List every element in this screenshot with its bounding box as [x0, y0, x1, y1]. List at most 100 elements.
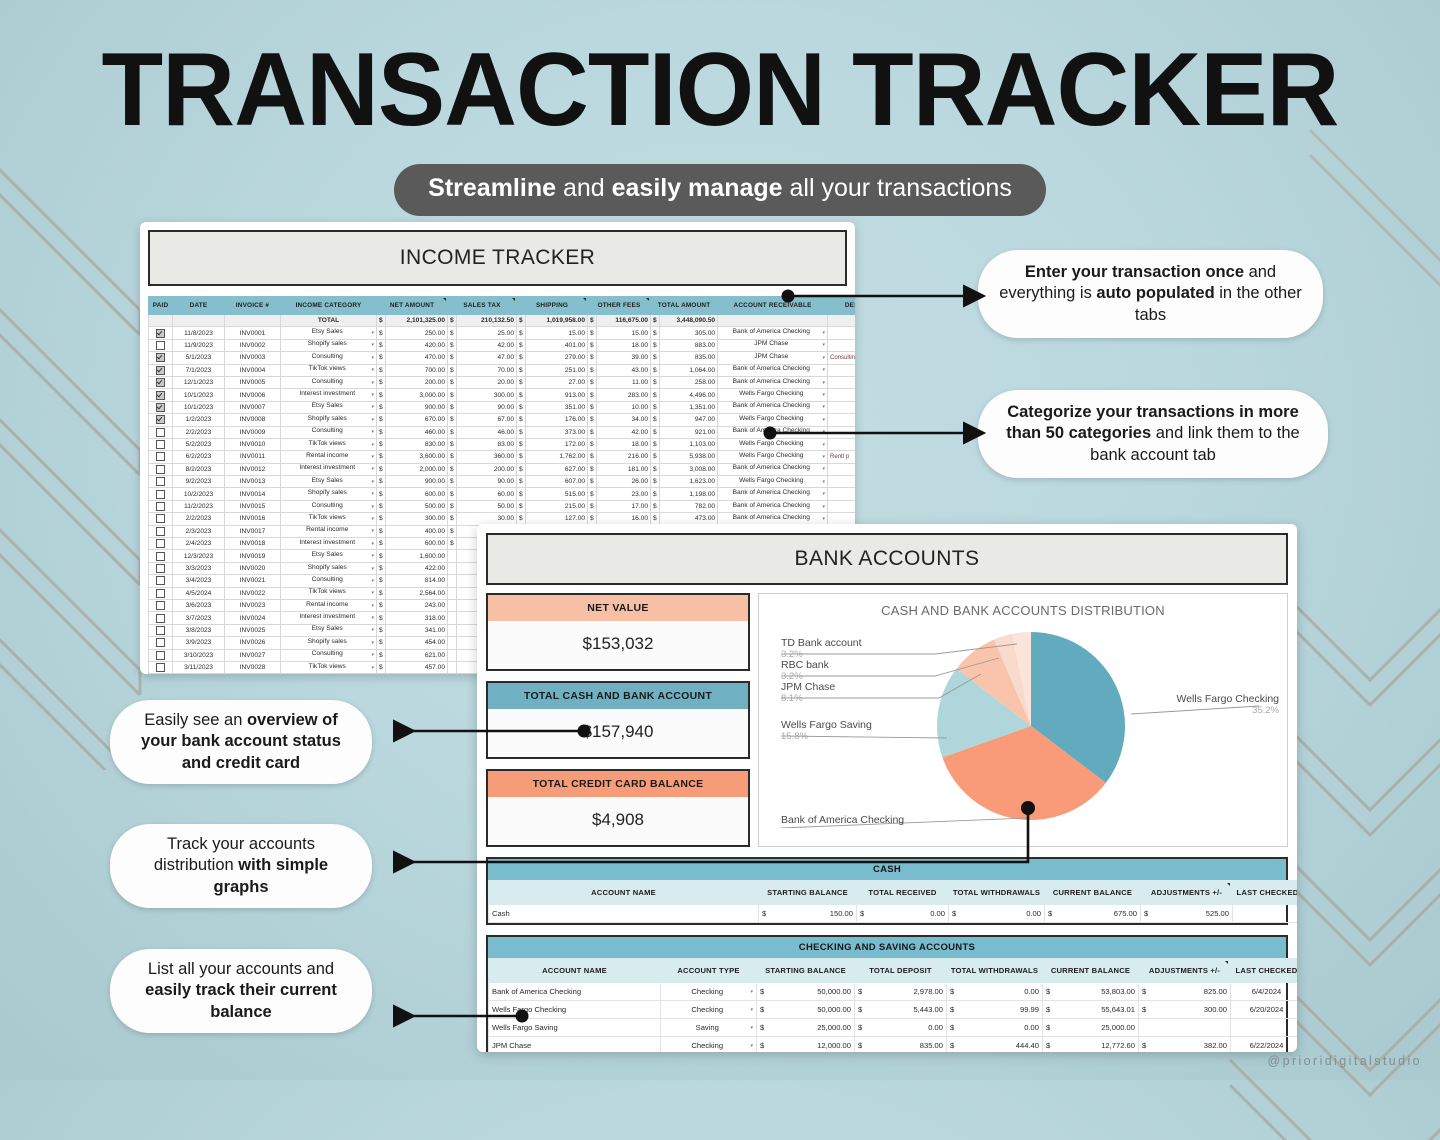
chevron-down-icon[interactable]: ▾ — [371, 328, 374, 338]
cell-sales-tax[interactable]: 25.00 — [457, 327, 517, 339]
cell-shipping[interactable]: 607.00 — [526, 476, 588, 488]
cell-account-type[interactable]: Checking▾ — [661, 1037, 757, 1053]
table-row[interactable]: Bank of America CheckingChecking▾$50,000… — [489, 983, 1298, 1001]
col-date[interactable]: DATE — [173, 297, 225, 315]
chevron-down-icon[interactable]: ▾ — [371, 663, 374, 673]
cell-other-fees[interactable]: 283.00 — [597, 389, 651, 401]
col-other-fees[interactable]: OTHER FEES — [588, 297, 651, 315]
cell-account-receivable[interactable]: Bank of America Checking▾ — [718, 488, 828, 500]
cell-net-amount[interactable]: 2,564.00 — [386, 587, 448, 599]
chevron-down-icon[interactable]: ▾ — [371, 489, 374, 499]
paid-checkbox[interactable] — [156, 440, 165, 449]
cell-invoice[interactable]: INV0020 — [225, 562, 281, 574]
chevron-down-icon[interactable]: ▾ — [371, 390, 374, 400]
paid-checkbox[interactable] — [156, 564, 165, 573]
cell-account-receivable[interactable]: Wells Fargo Checking▾ — [718, 476, 828, 488]
cell-description[interactable] — [828, 376, 855, 388]
cell-net-amount[interactable]: 422.00 — [386, 562, 448, 574]
cell-other-fees[interactable]: 18.00 — [597, 438, 651, 450]
cell-sales-tax[interactable]: 42.00 — [457, 339, 517, 351]
cell-total-amount[interactable]: 1,064.00 — [660, 364, 718, 376]
chevron-down-icon[interactable]: ▾ — [371, 415, 374, 425]
cell-paid[interactable] — [149, 463, 173, 475]
cell-description[interactable] — [828, 339, 855, 351]
cell-income-category[interactable]: Shopify sales▾ — [281, 414, 377, 426]
cell-date[interactable]: 11/2/2023 — [173, 500, 225, 512]
cell-net-amount[interactable]: 243.00 — [386, 599, 448, 611]
cell-net-amount[interactable]: 460.00 — [386, 426, 448, 438]
cell-date[interactable]: 2/3/2023 — [173, 525, 225, 537]
chevron-down-icon[interactable]: ▾ — [371, 514, 374, 524]
cell-shipping[interactable]: 215.00 — [526, 500, 588, 512]
chevron-down-icon[interactable]: ▾ — [371, 464, 374, 474]
cell-sales-tax[interactable]: 83.00 — [457, 438, 517, 450]
cell-account-name[interactable]: Wells Fargo Saving — [489, 1019, 661, 1037]
paid-checkbox[interactable] — [156, 452, 165, 461]
cell-paid[interactable] — [149, 327, 173, 339]
col-starting-balance[interactable]: STARTING BALANCE — [757, 959, 855, 983]
cell-date[interactable]: 3/10/2023 — [173, 649, 225, 661]
cell-description[interactable] — [828, 426, 855, 438]
chevron-down-icon[interactable]: ▾ — [750, 1023, 753, 1033]
cell-paid[interactable] — [149, 389, 173, 401]
chevron-down-icon[interactable]: ▾ — [371, 452, 374, 462]
table-row[interactable]: 8/2/2023INV0012Interest investment▾$2,00… — [149, 463, 856, 475]
cell-paid[interactable] — [149, 500, 173, 512]
cell-net-amount[interactable]: 420.00 — [386, 339, 448, 351]
paid-checkbox[interactable] — [156, 366, 165, 375]
cell-account-receivable[interactable]: Bank of America Checking▾ — [718, 364, 828, 376]
cell-invoice[interactable]: INV0021 — [225, 575, 281, 587]
chevron-down-icon[interactable]: ▾ — [371, 440, 374, 450]
cell-other-fees[interactable]: 10.00 — [597, 401, 651, 413]
table-row[interactable]: 2/2/2023INV0009Consulting▾$460.00$46.00$… — [149, 426, 856, 438]
paid-checkbox[interactable] — [156, 415, 165, 424]
cell-date[interactable]: 10/2/2023 — [173, 488, 225, 500]
cell-net-amount[interactable]: 900.00 — [386, 476, 448, 488]
cell-total-withdrawals[interactable]: $0.00 — [949, 905, 1045, 923]
cell-date[interactable]: 6/2/2023 — [173, 451, 225, 463]
cell-description[interactable] — [828, 488, 855, 500]
cell-paid[interactable] — [149, 562, 173, 574]
cell-paid[interactable] — [149, 587, 173, 599]
cell-description[interactable] — [828, 327, 855, 339]
chevron-down-icon[interactable]: ▾ — [823, 328, 826, 338]
cell-account-receivable[interactable]: Bank of America Checking▾ — [718, 426, 828, 438]
cell-date[interactable]: 8/2/2023 — [173, 463, 225, 475]
cell-date[interactable]: 10/1/2023 — [173, 401, 225, 413]
cell-paid[interactable] — [149, 550, 173, 562]
cell-current-balance[interactable]: $675.00 — [1045, 905, 1141, 923]
cell-net-amount[interactable]: 621.00 — [386, 649, 448, 661]
cell-shipping[interactable]: 401.00 — [526, 339, 588, 351]
chevron-down-icon[interactable]: ▾ — [823, 502, 826, 512]
cell-paid[interactable] — [149, 612, 173, 624]
cell-sales-tax[interactable]: 360.00 — [457, 451, 517, 463]
cell-net-amount[interactable]: 1,600.00 — [386, 550, 448, 562]
cell-invoice[interactable]: INV0008 — [225, 414, 281, 426]
cell-other-fees[interactable]: 15.00 — [597, 327, 651, 339]
cell-account-receivable[interactable]: Bank of America Checking▾ — [718, 401, 828, 413]
cell-income-category[interactable]: TikTok views▾ — [281, 513, 377, 525]
cell-sales-tax[interactable]: 47.00 — [457, 352, 517, 364]
cell-income-category[interactable]: Interest investment▾ — [281, 389, 377, 401]
chevron-down-icon[interactable]: ▾ — [371, 613, 374, 623]
cell-shipping[interactable]: 373.00 — [526, 426, 588, 438]
cell-shipping[interactable]: 15.00 — [526, 327, 588, 339]
cell-adjustments[interactable]: $382.00 — [1139, 1037, 1231, 1053]
paid-checkbox[interactable] — [156, 539, 165, 548]
cash-table[interactable]: ACCOUNT NAMESTARTING BALANCETOTAL RECEIV… — [488, 880, 1297, 923]
cell-adjustments[interactable] — [1139, 1019, 1231, 1037]
cell-paid[interactable] — [149, 339, 173, 351]
chevron-down-icon[interactable]: ▾ — [371, 526, 374, 536]
cell-income-category[interactable]: TikTok views▾ — [281, 587, 377, 599]
cell-paid[interactable] — [149, 364, 173, 376]
checking-table[interactable]: ACCOUNT NAMEACCOUNT TYPESTARTING BALANCE… — [488, 958, 1297, 1052]
cell-account-receivable[interactable]: Wells Fargo Checking▾ — [718, 389, 828, 401]
chevron-down-icon[interactable]: ▾ — [371, 365, 374, 375]
cell-net-amount[interactable]: 830.00 — [386, 438, 448, 450]
cell-invoice[interactable]: INV0016 — [225, 513, 281, 525]
col-total-withdrawals[interactable]: TOTAL WITHDRAWALS — [947, 959, 1043, 983]
paid-checkbox[interactable] — [156, 477, 165, 486]
cell-date[interactable]: 3/9/2023 — [173, 637, 225, 649]
cell-income-category[interactable]: Rental income▾ — [281, 451, 377, 463]
table-row[interactable]: 6/2/2023INV0011Rental income▾$3,600.00$3… — [149, 451, 856, 463]
